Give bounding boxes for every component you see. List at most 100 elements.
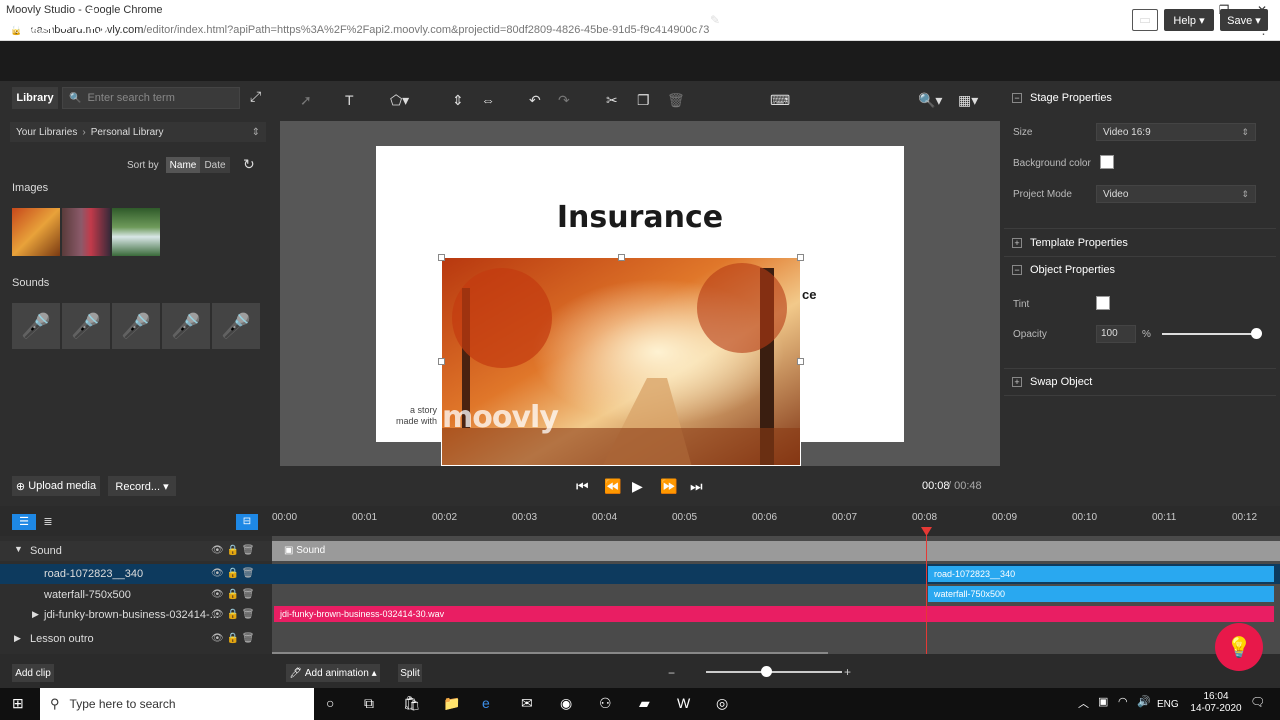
record-button[interactable]: Record... ▾ [108, 476, 176, 496]
file-explorer-icon[interactable]: 📁 [443, 695, 460, 712]
edge-icon[interactable]: e [482, 695, 490, 711]
swap-object-header[interactable]: + Swap Object [1012, 376, 1092, 388]
resize-handle[interactable] [438, 358, 445, 365]
resize-handle[interactable] [438, 254, 445, 261]
language-indicator[interactable]: ENG [1157, 699, 1179, 710]
undo-icon[interactable]: ↶ [529, 92, 541, 109]
timeline-clip-road[interactable]: road-1072823__340 [928, 566, 1274, 582]
stage-title-text[interactable]: Insurance [376, 200, 904, 235]
play-icon[interactable]: ▶ [632, 478, 643, 495]
microphone-icon[interactable]: 🎤 [162, 303, 210, 349]
teams-icon[interactable]: ⚇ [599, 695, 612, 712]
image-thumb-road[interactable] [12, 208, 60, 256]
project-mode-select[interactable]: Video ⇕ [1096, 185, 1256, 203]
split-button[interactable]: Split [398, 664, 422, 682]
microphone-icon[interactable]: 🎤 [62, 303, 110, 349]
library-search-input[interactable]: 🔍 Enter search term [62, 87, 240, 109]
timeline-clip-waterfall[interactable]: waterfall-750x500 [928, 586, 1274, 602]
trash-icon[interactable]: 🗑 [242, 633, 255, 644]
word-icon[interactable]: W [677, 695, 690, 711]
cortana-icon[interactable]: ○ [326, 695, 334, 711]
skip-end-icon[interactable]: ⏭ [690, 478, 703, 495]
visibility-eye-icon[interactable]: 👁 [211, 633, 224, 644]
lock-icon[interactable]: 🔒 [226, 589, 238, 600]
network-icon[interactable]: ▣ [1098, 695, 1108, 708]
add-clip-button[interactable]: Add clip [12, 664, 54, 682]
sort-name-button[interactable]: Name [166, 157, 200, 173]
size-select[interactable]: Video 16:9 ⇕ [1096, 123, 1256, 141]
timeline-zoom-slider[interactable] [706, 671, 842, 673]
windows-start-icon[interactable]: ⊞ [12, 695, 24, 712]
timeline-zoom-handle[interactable] [761, 666, 772, 677]
chevron-right-icon[interactable]: ▶ [14, 633, 21, 644]
microphone-icon[interactable]: 🎤 [112, 303, 160, 349]
expand-icon[interactable]: ⤢ [250, 88, 261, 105]
chrome-icon[interactable]: ◎ [716, 695, 728, 712]
object-properties-header[interactable]: − Object Properties [1012, 264, 1115, 276]
upload-media-button[interactable]: ⊕ Upload media [12, 476, 100, 496]
fast-forward-icon[interactable]: ⏩ [660, 478, 677, 495]
trash-icon[interactable]: 🗑 [242, 589, 255, 600]
clock[interactable]: 16:04 14-07-2020 [1190, 691, 1242, 715]
resize-handle[interactable] [797, 358, 804, 365]
copy-icon[interactable]: ❐ [637, 92, 650, 109]
skip-start-icon[interactable]: ⏮ [576, 478, 589, 495]
opacity-slider-handle[interactable] [1251, 328, 1262, 339]
fit-timeline-icon[interactable]: ⊟ [236, 514, 258, 530]
sound-group-bar[interactable] [272, 541, 1280, 561]
delete-icon[interactable]: 🗑 [667, 92, 685, 109]
text-tool-icon[interactable]: T [345, 92, 354, 108]
microphone-icon[interactable]: 🎤 [212, 303, 260, 349]
zoom-icon[interactable]: 🔍▾ [918, 92, 942, 109]
image-thumb-waterfall[interactable] [112, 208, 160, 256]
resize-handle[interactable] [797, 254, 804, 261]
align-vertical-icon[interactable]: ⇕ [452, 92, 464, 109]
lightbulb-help-icon[interactable]: 💡 [1215, 623, 1263, 671]
edit-pencil-icon[interactable]: ✎ [710, 13, 720, 27]
opacity-slider-track[interactable] [1162, 333, 1258, 335]
rewind-icon[interactable]: ⏪ [604, 478, 621, 495]
library-tab[interactable]: Library [12, 87, 58, 109]
notifications-icon[interactable]: 🗨 [1250, 695, 1265, 709]
redo-icon[interactable]: ↷ [558, 92, 570, 109]
list-view-icon[interactable]: ≣ [38, 514, 58, 530]
visibility-eye-icon[interactable]: 👁 [211, 609, 224, 620]
save-button[interactable]: Save ▾ [1220, 9, 1268, 31]
timeline-view-icon[interactable]: ☰ [12, 514, 36, 530]
pointer-icon[interactable]: ➚ [300, 92, 312, 109]
wifi-icon[interactable]: ◠ [1118, 695, 1128, 708]
keyboard-icon[interactable]: ⌨ [770, 92, 790, 109]
stage-partial-text[interactable]: ce [802, 287, 816, 302]
library-path-select[interactable]: Your Libraries › Personal Library ⇕ [10, 122, 266, 142]
cut-icon[interactable]: ✂ [606, 92, 618, 109]
add-animation-button[interactable]: 🖊 Add animation ▴ [286, 664, 380, 682]
stage-properties-header[interactable]: − Stage Properties [1012, 92, 1112, 104]
lock-icon[interactable]: 🔒 [226, 609, 238, 620]
zoom-out-icon[interactable]: − [668, 666, 675, 680]
sort-date-button[interactable]: Date [200, 157, 230, 173]
playhead-line[interactable] [926, 532, 927, 654]
task-view-icon[interactable]: ⧉ [364, 695, 374, 712]
trash-icon[interactable]: 🗑 [242, 568, 255, 579]
image-thumb-people[interactable] [62, 208, 110, 256]
chevron-right-icon[interactable]: ▶ [32, 609, 39, 620]
lock-icon[interactable]: 🔒 [226, 545, 238, 556]
timeline-clip-jdi[interactable]: jdi-funky-brown-business-032414-30.wav [274, 606, 1274, 622]
mail-icon[interactable]: ✉ [521, 695, 533, 712]
zoom-in-icon[interactable]: + [844, 665, 851, 679]
tint-swatch[interactable] [1096, 296, 1110, 310]
visibility-eye-icon[interactable]: 👁 [211, 568, 224, 579]
refresh-icon[interactable]: ↻ [243, 156, 255, 173]
store-icon[interactable]: 🛍 [403, 695, 421, 712]
background-color-swatch[interactable] [1100, 155, 1114, 169]
align-horizontal-icon[interactable]: ⇔ [481, 92, 495, 108]
vpn-icon[interactable]: ◉ [560, 695, 572, 712]
lock-icon[interactable]: 🔒 [226, 633, 238, 644]
lock-icon[interactable]: 🔒 [226, 568, 238, 579]
trash-icon[interactable]: 🗑 [242, 609, 255, 620]
visibility-eye-icon[interactable]: 👁 [211, 545, 224, 556]
shape-tool-icon[interactable]: ⬠▾ [390, 92, 409, 109]
sticky-notes-icon[interactable]: ▰ [639, 695, 650, 712]
help-button[interactable]: Help ▾ [1164, 9, 1214, 31]
microphone-icon[interactable]: 🎤 [12, 303, 60, 349]
